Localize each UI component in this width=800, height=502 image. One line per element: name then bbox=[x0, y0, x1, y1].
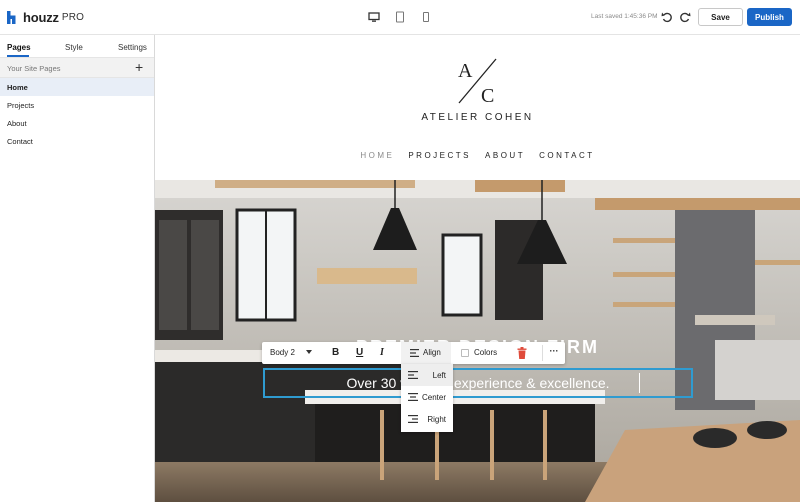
align-option-left[interactable]: Left bbox=[401, 364, 453, 386]
brand-name: houzz bbox=[23, 10, 59, 25]
site-nav-about[interactable]: ABOUT bbox=[485, 151, 525, 160]
sidebar: Pages Style Settings Your Site Pages + H… bbox=[0, 35, 155, 502]
svg-text:A: A bbox=[458, 60, 473, 82]
page-canvas: A C ATELIER COHEN HOME PROJECTS ABOUT CO… bbox=[155, 35, 800, 502]
align-left-icon bbox=[408, 371, 418, 379]
color-swatch-icon[interactable] bbox=[461, 349, 469, 357]
trash-icon[interactable] bbox=[517, 347, 527, 359]
sidebar-item-home[interactable]: Home bbox=[0, 78, 154, 96]
sidebar-item-contact[interactable]: Contact bbox=[0, 132, 154, 150]
redo-icon[interactable] bbox=[679, 11, 691, 23]
houzz-mark-icon bbox=[7, 11, 16, 24]
align-option-center[interactable]: Center bbox=[401, 386, 453, 408]
site-pages-label: Your Site Pages bbox=[7, 64, 61, 73]
site-name: ATELIER COHEN bbox=[421, 112, 534, 123]
align-right-icon bbox=[408, 415, 418, 423]
tab-style[interactable]: Style bbox=[65, 43, 83, 52]
italic-button[interactable]: I bbox=[380, 347, 384, 358]
colors-button[interactable]: Colors bbox=[474, 348, 497, 357]
chevron-down-icon[interactable] bbox=[306, 350, 312, 354]
top-bar: houzz PRO Last saved 1:45:36 PM Save Pub… bbox=[0, 0, 800, 35]
align-option-label: Left bbox=[432, 371, 446, 380]
more-options-button[interactable]: ··· bbox=[542, 345, 565, 361]
svg-text:C: C bbox=[481, 85, 494, 105]
hero-section[interactable]: PREMIER DESIGN FIRM Over 30 years of exp… bbox=[155, 180, 800, 502]
align-option-right[interactable]: Right bbox=[401, 408, 453, 430]
sidebar-tabs: Pages Style Settings bbox=[0, 35, 154, 58]
underline-button[interactable]: U bbox=[356, 347, 363, 358]
align-button[interactable]: Align bbox=[401, 342, 451, 364]
bold-button[interactable]: B bbox=[332, 347, 339, 358]
desktop-icon[interactable] bbox=[368, 11, 380, 23]
brand-edition: PRO bbox=[61, 12, 85, 23]
align-dropdown: Left Center Right bbox=[401, 364, 453, 432]
text-format-toolbar: Body 2 B U I Align Colors ··· bbox=[262, 342, 565, 364]
align-left-icon bbox=[410, 349, 419, 357]
mobile-icon[interactable] bbox=[420, 11, 432, 23]
tablet-icon[interactable] bbox=[394, 11, 406, 23]
undo-icon[interactable] bbox=[661, 11, 673, 23]
sidebar-item-projects[interactable]: Projects bbox=[0, 96, 154, 114]
save-button[interactable]: Save bbox=[698, 8, 743, 26]
site-nav: HOME PROJECTS ABOUT CONTACT bbox=[345, 151, 610, 160]
houzz-logo[interactable]: houzz PRO bbox=[7, 10, 84, 25]
active-tab-indicator bbox=[7, 55, 29, 57]
hero-subtext[interactable]: Over 30 years of experience & excellence… bbox=[263, 375, 693, 391]
site-nav-contact[interactable]: CONTACT bbox=[539, 151, 595, 160]
add-page-icon[interactable]: + bbox=[135, 59, 143, 75]
text-style-select[interactable]: Body 2 bbox=[270, 348, 295, 357]
site-nav-projects[interactable]: PROJECTS bbox=[408, 151, 471, 160]
device-switcher bbox=[368, 11, 432, 23]
tab-pages[interactable]: Pages bbox=[7, 43, 31, 52]
site-logo[interactable]: A C bbox=[455, 57, 500, 105]
publish-button[interactable]: Publish bbox=[747, 8, 792, 26]
site-nav-home[interactable]: HOME bbox=[360, 151, 394, 160]
sidebar-item-about[interactable]: About bbox=[0, 114, 154, 132]
align-label: Align bbox=[423, 348, 441, 357]
last-saved-status: Last saved 1:45:36 PM bbox=[591, 13, 658, 20]
site-pages-header: Your Site Pages + bbox=[0, 58, 154, 78]
align-option-label: Right bbox=[427, 415, 446, 424]
align-option-label: Center bbox=[421, 393, 446, 402]
align-center-icon bbox=[408, 393, 418, 401]
text-cursor bbox=[639, 373, 640, 393]
tab-settings[interactable]: Settings bbox=[118, 43, 147, 52]
